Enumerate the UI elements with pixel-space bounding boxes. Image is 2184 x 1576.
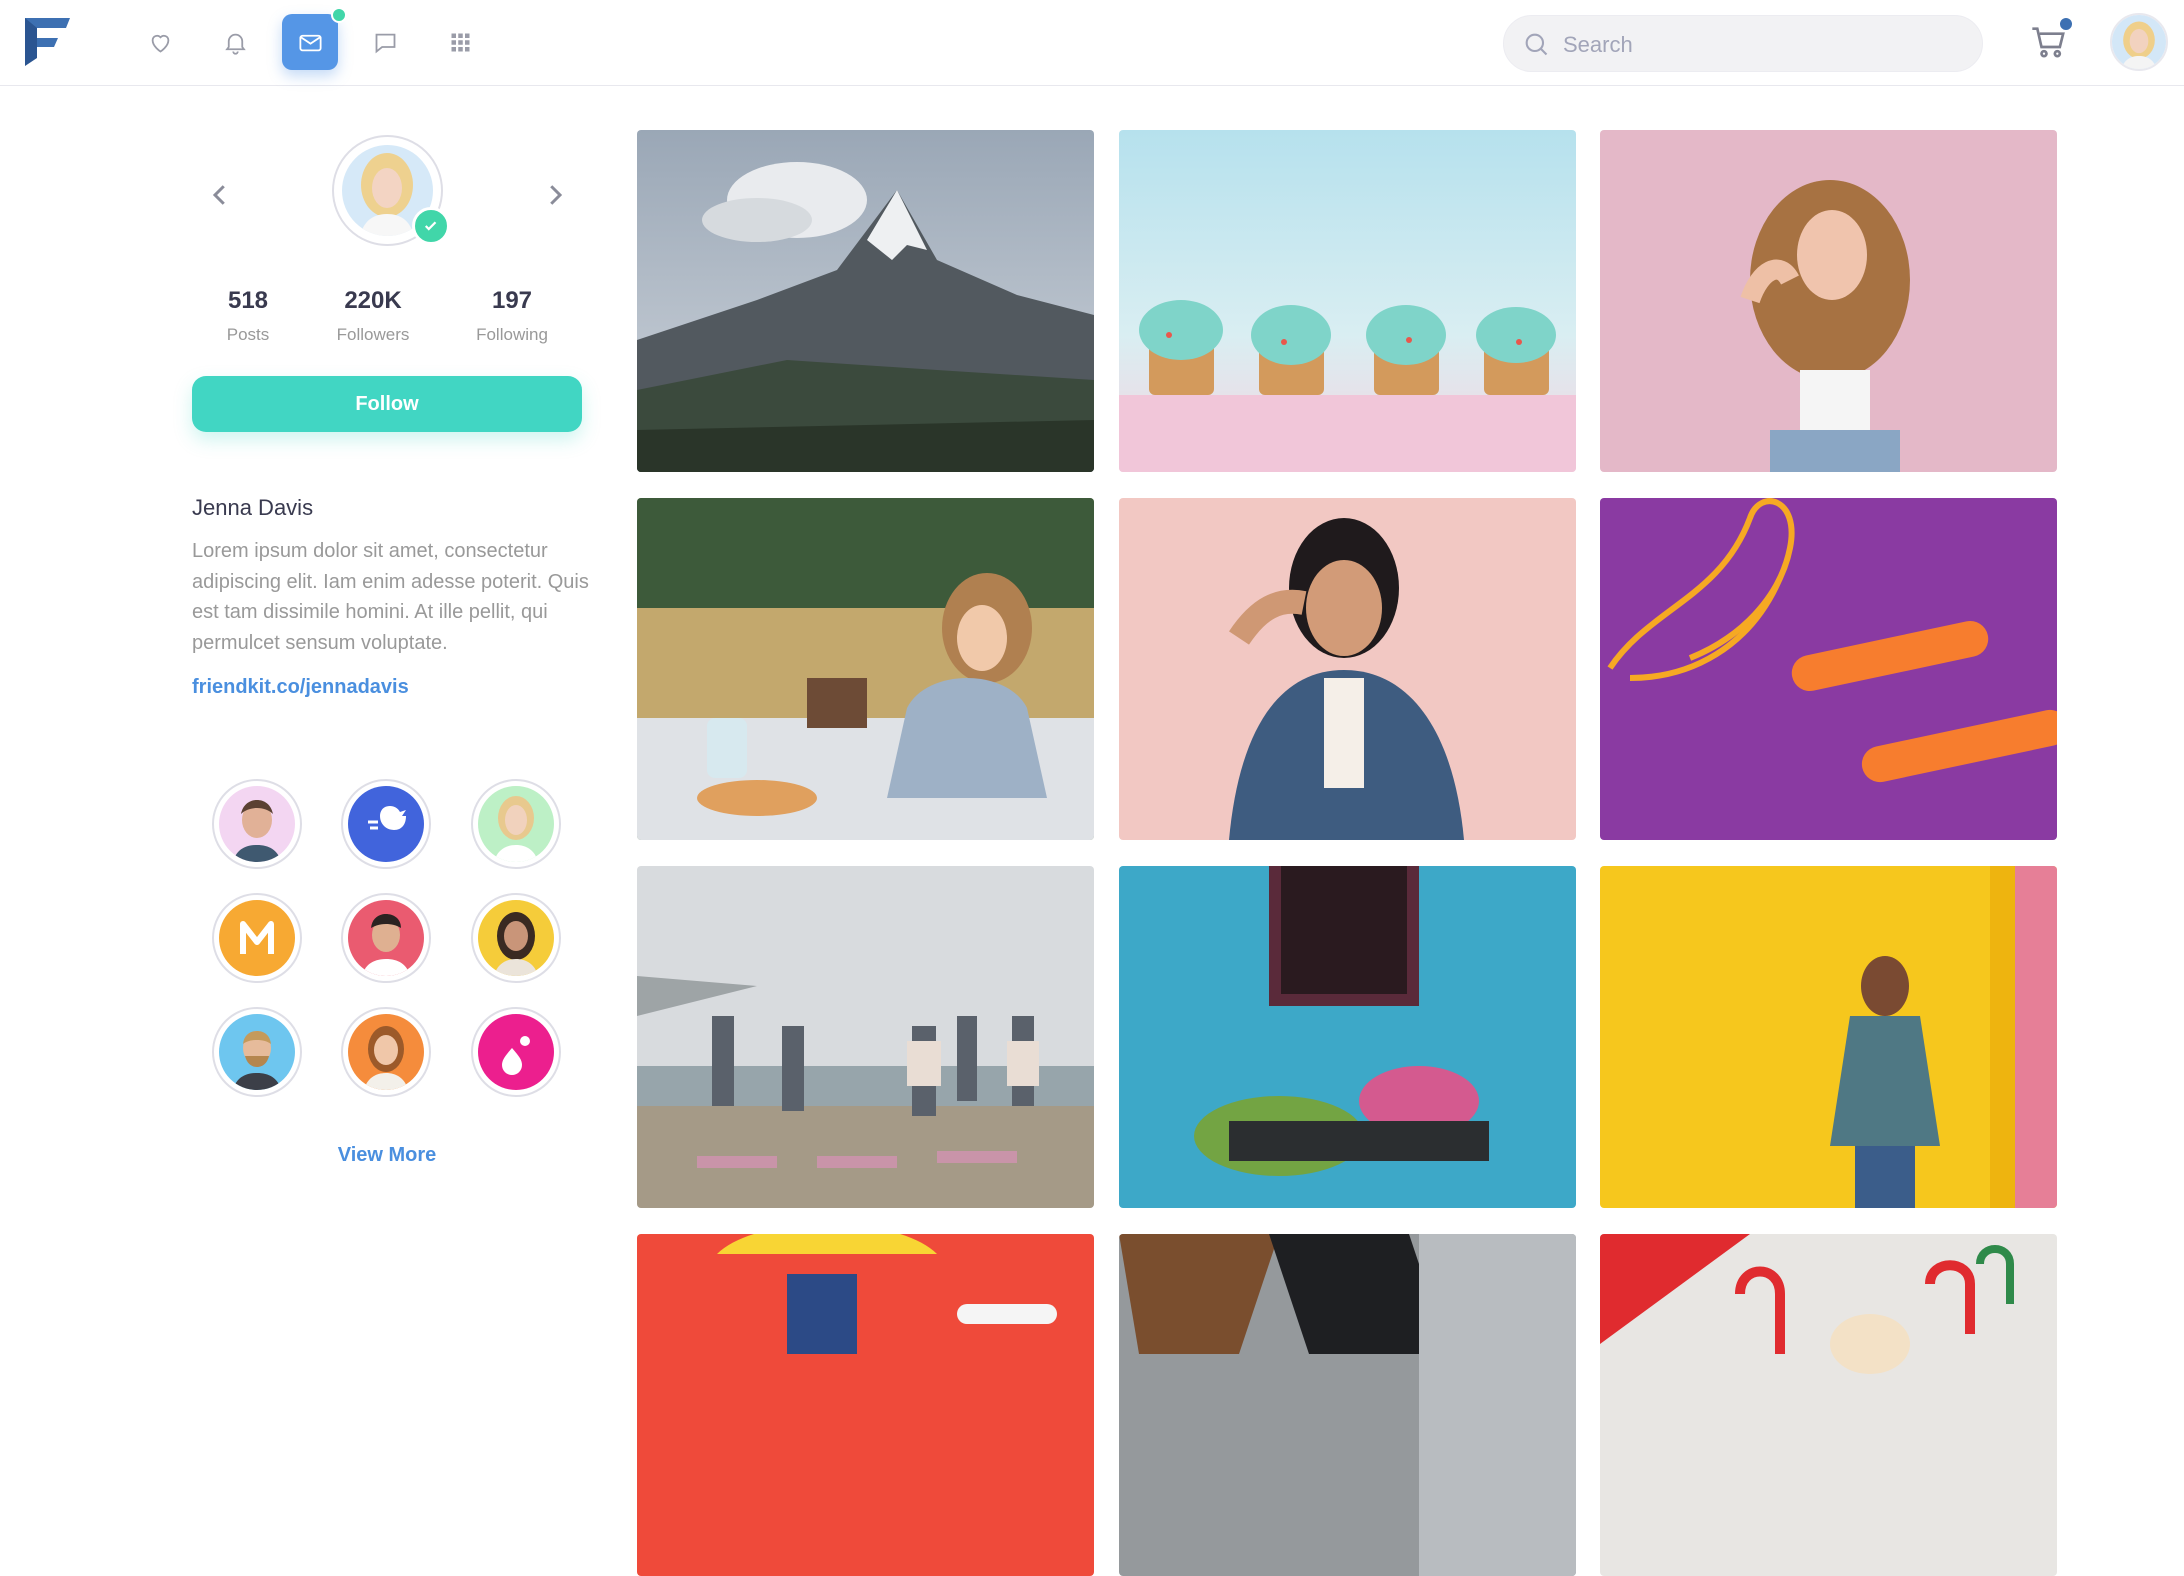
chat-icon[interactable] bbox=[357, 14, 413, 70]
verified-check-icon bbox=[412, 207, 450, 245]
stat-posts: 518 Posts bbox=[178, 287, 318, 345]
stat-value: 197 bbox=[491, 287, 533, 314]
bell-icon[interactable] bbox=[207, 14, 263, 70]
friend-avatar[interactable] bbox=[471, 893, 561, 983]
friend-brand-drop[interactable] bbox=[471, 1007, 561, 1097]
apps-grid-icon[interactable] bbox=[432, 14, 488, 70]
friend-avatar[interactable] bbox=[212, 1007, 302, 1097]
photo-woman-curly-hair[interactable] bbox=[1600, 130, 2057, 472]
photo-mountain-peak[interactable] bbox=[637, 130, 1094, 472]
view-more-link[interactable]: View More bbox=[292, 1144, 482, 1167]
stat-label: Followers bbox=[336, 325, 410, 344]
friend-avatar[interactable] bbox=[341, 1007, 431, 1097]
profile-name: Jenna Davis bbox=[192, 495, 314, 520]
profile-bio: Lorem ipsum dolor sit amet, consectetur … bbox=[192, 540, 589, 654]
top-navbar bbox=[0, 0, 2184, 86]
friend-brand-dove[interactable] bbox=[341, 779, 431, 869]
search-icon bbox=[1525, 33, 1548, 56]
friend-avatar[interactable] bbox=[471, 779, 561, 869]
photo-boots[interactable] bbox=[1119, 1234, 1576, 1576]
follow-button[interactable]: Follow bbox=[192, 376, 582, 432]
notification-dot bbox=[331, 7, 347, 23]
friend-brand-m[interactable] bbox=[212, 893, 302, 983]
photo-beach-yoga[interactable] bbox=[637, 866, 1094, 1208]
stat-label: Posts bbox=[226, 325, 270, 344]
cart-badge-dot bbox=[2058, 16, 2074, 32]
stat-value: 518 bbox=[227, 287, 269, 314]
profile-link[interactable]: friendkit.co/jennadavis bbox=[192, 676, 409, 699]
stat-value: 220K bbox=[344, 287, 402, 314]
stat-followers: 220K Followers bbox=[303, 287, 443, 345]
mail-icon[interactable] bbox=[282, 14, 338, 70]
friend-avatar[interactable] bbox=[212, 779, 302, 869]
photo-yellow-umbrella[interactable] bbox=[637, 1234, 1094, 1576]
search-input[interactable] bbox=[1561, 26, 1965, 64]
photo-woman-denim-jacket[interactable] bbox=[1119, 498, 1576, 840]
stat-following: 197 Following bbox=[442, 287, 582, 345]
photo-man-yellow-wall[interactable] bbox=[1600, 866, 2057, 1208]
chevron-right-icon[interactable] bbox=[540, 180, 570, 210]
search-bar[interactable] bbox=[1503, 15, 1983, 72]
heart-icon[interactable] bbox=[132, 14, 188, 70]
stat-label: Following bbox=[476, 325, 548, 344]
user-avatar[interactable] bbox=[2110, 13, 2168, 71]
photo-cupcakes[interactable] bbox=[1119, 130, 1576, 472]
friend-avatar[interactable] bbox=[341, 893, 431, 983]
photo-jump-rope[interactable] bbox=[1600, 498, 2057, 840]
photo-candy-canes[interactable] bbox=[1600, 1234, 2057, 1576]
photo-picnic-woman[interactable] bbox=[637, 498, 1094, 840]
chevron-left-icon[interactable] bbox=[205, 180, 235, 210]
photo-blue-wall-window-flowers[interactable] bbox=[1119, 866, 1576, 1208]
friendkit-logo-icon[interactable] bbox=[25, 18, 70, 66]
